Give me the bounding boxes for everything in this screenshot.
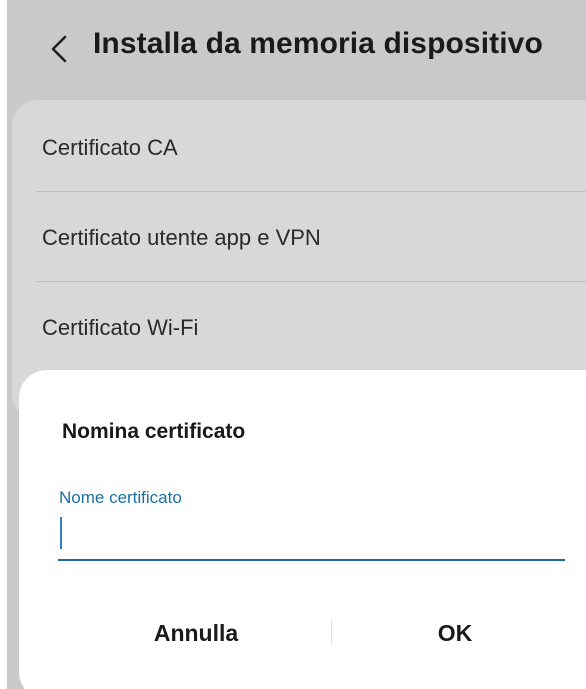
app-bar: Installa da memoria dispositivo <box>7 0 586 98</box>
cancel-button[interactable]: Annulla <box>96 605 296 661</box>
list-item-label: Certificato Wi-Fi <box>42 315 199 340</box>
left-edge <box>0 0 7 689</box>
dialog-title: Nomina certificato <box>62 420 246 443</box>
chevron-left-icon[interactable] <box>49 35 69 63</box>
input-underline <box>58 559 565 561</box>
ok-button[interactable]: OK <box>380 605 530 661</box>
divider <box>36 281 586 282</box>
certificate-name-input[interactable] <box>60 517 62 549</box>
divider <box>36 191 586 192</box>
page-title: Installa da memoria dispositivo <box>93 27 543 60</box>
list-item-wifi-certificate[interactable]: Certificato Wi-Fi <box>12 283 586 373</box>
list-item-vpn-app-user-certificate[interactable]: Certificato utente app e VPN <box>12 193 586 283</box>
screen: Installa da memoria dispositivo Certific… <box>0 0 586 689</box>
certificate-name-label: Nome certificato <box>59 488 182 507</box>
button-separator <box>331 619 332 645</box>
list-item-ca-certificate[interactable]: Certificato CA <box>12 103 586 193</box>
list-item-label: Certificato CA <box>42 135 178 160</box>
list-item-label: Certificato utente app e VPN <box>42 225 321 250</box>
